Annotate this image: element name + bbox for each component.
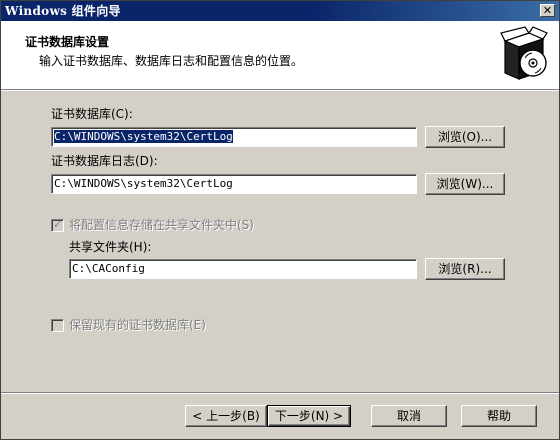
keep-existing-label: 保留现有的证书数据库(E) bbox=[69, 318, 206, 332]
cancel-button[interactable]: 取消 bbox=[371, 405, 447, 427]
setup-box-cd-icon bbox=[500, 26, 548, 80]
log-browse-button[interactable]: 浏览(W)... bbox=[425, 173, 505, 195]
keep-existing-checkbox[interactable] bbox=[51, 319, 64, 332]
log-path-input[interactable]: C:\WINDOWS\system32\CertLog bbox=[51, 174, 417, 194]
next-button[interactable]: 下一步(N) > bbox=[267, 405, 351, 427]
share-browse-button[interactable]: 浏览(R)... bbox=[425, 258, 505, 280]
header-subtitle: 输入证书数据库、数据库日志和配置信息的位置。 bbox=[39, 54, 304, 68]
db-path-input[interactable]: C:\WINDOWS\system32\CertLog bbox=[51, 127, 417, 147]
wizard-header: 证书数据库设置 输入证书数据库、数据库日志和配置信息的位置。 bbox=[1, 21, 559, 90]
db-path-value: C:\WINDOWS\system32\CertLog bbox=[54, 130, 233, 143]
help-button[interactable]: 帮助 bbox=[461, 405, 537, 427]
db-browse-button[interactable]: 浏览(O)... bbox=[425, 126, 505, 148]
title-bar[interactable]: Windows 组件向导 ✕ bbox=[1, 1, 559, 21]
header-divider bbox=[1, 90, 559, 91]
share-config-checkbox[interactable]: ✓ bbox=[51, 218, 64, 232]
share-folder-label: 共享文件夹(H): bbox=[69, 240, 152, 254]
log-label: 证书数据库日志(D): bbox=[51, 154, 158, 168]
header-title: 证书数据库设置 bbox=[25, 35, 110, 49]
checkmark-icon: ✓ bbox=[53, 218, 63, 231]
share-folder-input[interactable]: C:\CAConfig bbox=[69, 259, 417, 279]
back-button[interactable]: < 上一步(B) bbox=[185, 405, 267, 427]
window-title: Windows 组件向导 bbox=[5, 4, 121, 18]
footer-separator bbox=[1, 392, 559, 394]
close-button[interactable]: ✕ bbox=[540, 4, 555, 17]
db-label: 证书数据库(C): bbox=[51, 107, 133, 121]
share-config-label: 将配置信息存储在共享文件夹中(S) bbox=[69, 218, 254, 232]
wizard-window: Windows 组件向导 ✕ 证书数据库设置 输入证书数据库、数据库日志和配置信… bbox=[0, 0, 560, 440]
